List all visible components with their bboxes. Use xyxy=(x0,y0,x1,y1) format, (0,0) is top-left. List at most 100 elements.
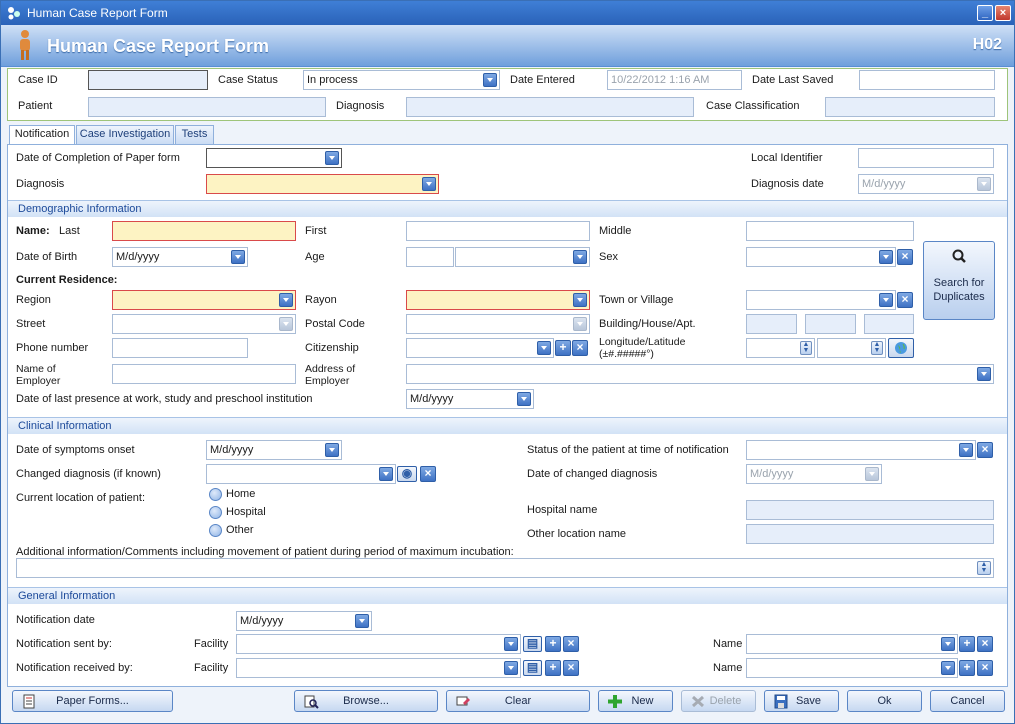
chevron-down-icon[interactable] xyxy=(517,392,531,406)
sent-facility-lookup-icon[interactable]: ▤ xyxy=(523,636,542,652)
citizenship-clear-icon[interactable]: × xyxy=(572,340,588,356)
sent-name-clear-icon[interactable]: × xyxy=(977,636,993,652)
town-select[interactable] xyxy=(746,290,896,310)
additional-info-field[interactable]: ▲ ▼ xyxy=(16,558,994,578)
date-completion-field[interactable] xyxy=(206,148,342,168)
hospital-name-field[interactable] xyxy=(746,500,994,520)
citizenship-select[interactable] xyxy=(406,338,554,358)
case-status-select[interactable]: In process xyxy=(303,70,500,90)
diagnosis-select[interactable] xyxy=(206,174,439,194)
delete-button[interactable]: Delete xyxy=(681,690,756,712)
search-duplicates-button[interactable]: Search for Duplicates xyxy=(923,241,995,320)
chevron-down-icon[interactable] xyxy=(504,637,518,651)
minimize-button[interactable]: _ xyxy=(977,5,993,21)
phone-field[interactable] xyxy=(112,338,248,358)
sent-facility-clear-icon[interactable]: × xyxy=(563,636,579,652)
spin-icon[interactable]: ▲ ▼ xyxy=(871,341,883,355)
rayon-select[interactable] xyxy=(406,290,590,310)
cancel-button[interactable]: Cancel xyxy=(930,690,1005,712)
changed-diagnosis-select[interactable] xyxy=(206,464,396,484)
chevron-down-icon[interactable] xyxy=(879,250,893,264)
chevron-down-icon[interactable] xyxy=(483,73,497,87)
browse-button[interactable]: Browse... xyxy=(294,690,438,712)
chevron-down-icon[interactable] xyxy=(941,637,955,651)
location-hospital-radio[interactable] xyxy=(209,506,222,519)
chevron-down-icon[interactable] xyxy=(573,250,587,264)
lookup-icon[interactable]: ◉ xyxy=(397,466,417,482)
age-field[interactable] xyxy=(406,247,454,267)
notification-date-field[interactable]: M/d/yyyy xyxy=(236,611,372,631)
diagnosis-date-field[interactable]: M/d/yyyy xyxy=(858,174,994,194)
age-unit-select[interactable] xyxy=(455,247,590,267)
last-presence-field[interactable]: M/d/yyyy xyxy=(406,389,534,409)
date-last-saved-field[interactable] xyxy=(859,70,995,90)
received-facility-clear-icon[interactable]: × xyxy=(563,660,579,676)
latitude-field[interactable]: ▲ ▼ xyxy=(817,338,886,358)
town-clear-icon[interactable]: × xyxy=(897,292,913,308)
save-button[interactable]: Save xyxy=(764,690,839,712)
other-location-field[interactable] xyxy=(746,524,994,544)
chevron-down-icon[interactable] xyxy=(941,661,955,675)
citizenship-add-icon[interactable]: + xyxy=(555,340,571,356)
chevron-down-icon[interactable] xyxy=(504,661,518,675)
chevron-down-icon[interactable] xyxy=(279,293,293,307)
date-entered-field[interactable]: 10/22/2012 1:16 AM xyxy=(607,70,742,90)
chevron-down-icon[interactable] xyxy=(379,467,393,481)
location-home-radio[interactable] xyxy=(209,488,222,501)
region-select[interactable] xyxy=(112,290,296,310)
tab-notification[interactable]: Notification xyxy=(9,125,75,145)
globe-icon[interactable] xyxy=(888,338,914,358)
sex-clear-icon[interactable]: × xyxy=(897,249,913,265)
received-name-clear-icon[interactable]: × xyxy=(977,660,993,676)
chevron-down-icon[interactable] xyxy=(977,177,991,191)
chevron-down-icon[interactable] xyxy=(977,367,991,381)
expand-icon[interactable]: ▲ ▼ xyxy=(977,561,991,575)
diagnosis-summary-field[interactable] xyxy=(406,97,694,117)
received-name-add-icon[interactable]: + xyxy=(959,660,975,676)
building-field[interactable] xyxy=(746,314,797,334)
chevron-down-icon[interactable] xyxy=(325,443,339,457)
sex-select[interactable] xyxy=(746,247,896,267)
chevron-down-icon[interactable] xyxy=(573,293,587,307)
changed-diagnosis-clear-icon[interactable]: × xyxy=(420,466,436,482)
received-facility-lookup-icon[interactable]: ▤ xyxy=(523,660,542,676)
case-classification-field[interactable] xyxy=(825,97,995,117)
new-button[interactable]: New xyxy=(598,690,673,712)
patient-status-clear-icon[interactable]: × xyxy=(977,442,993,458)
house-field[interactable] xyxy=(805,314,856,334)
chevron-down-icon[interactable] xyxy=(573,317,587,331)
symptoms-onset-field[interactable]: M/d/yyyy xyxy=(206,440,342,460)
patient-status-select[interactable] xyxy=(746,440,976,460)
sent-name-select[interactable] xyxy=(746,634,958,654)
paper-forms-button[interactable]: Paper Forms... xyxy=(12,690,173,712)
date-changed-diagnosis-field[interactable]: M/d/yyyy xyxy=(746,464,882,484)
spin-icon[interactable]: ▲ ▼ xyxy=(800,341,812,355)
chevron-down-icon[interactable] xyxy=(355,614,369,628)
received-name-select[interactable] xyxy=(746,658,958,678)
received-facility-select[interactable] xyxy=(236,658,521,678)
sent-facility-add-icon[interactable]: + xyxy=(545,636,561,652)
last-name-field[interactable] xyxy=(112,221,296,241)
first-name-field[interactable] xyxy=(406,221,590,241)
employer-address-select[interactable] xyxy=(406,364,994,384)
close-button[interactable]: × xyxy=(995,5,1011,21)
sent-facility-select[interactable] xyxy=(236,634,521,654)
clear-button[interactable]: Clear xyxy=(446,690,590,712)
chevron-down-icon[interactable] xyxy=(537,341,551,355)
chevron-down-icon[interactable] xyxy=(879,293,893,307)
dob-field[interactable]: M/d/yyyy xyxy=(112,247,248,267)
case-id-field[interactable] xyxy=(88,70,208,90)
ok-button[interactable]: Ok xyxy=(847,690,922,712)
tab-case-investigation[interactable]: Case Investigation xyxy=(76,125,174,144)
street-select[interactable] xyxy=(112,314,296,334)
location-other-radio[interactable] xyxy=(209,524,222,537)
chevron-down-icon[interactable] xyxy=(279,317,293,331)
postal-code-select[interactable] xyxy=(406,314,590,334)
sent-name-add-icon[interactable]: + xyxy=(959,636,975,652)
middle-name-field[interactable] xyxy=(746,221,914,241)
chevron-down-icon[interactable] xyxy=(325,151,339,165)
chevron-down-icon[interactable] xyxy=(865,467,879,481)
longitude-field[interactable]: ▲ ▼ xyxy=(746,338,815,358)
employer-name-field[interactable] xyxy=(112,364,296,384)
tab-tests[interactable]: Tests xyxy=(175,125,214,144)
